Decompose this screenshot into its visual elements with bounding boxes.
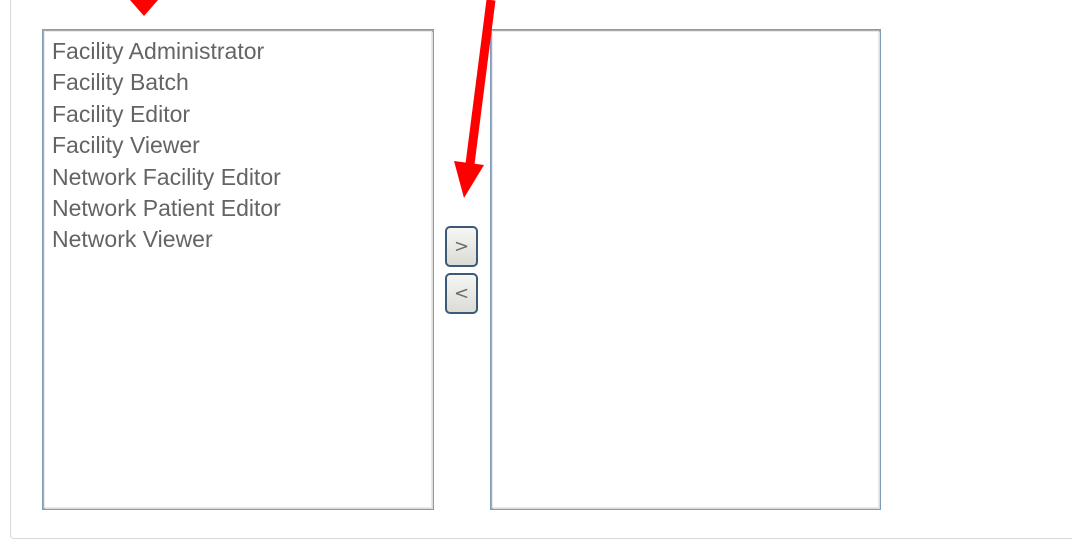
list-item[interactable]: Network Viewer: [52, 224, 425, 255]
list-item[interactable]: Facility Viewer: [52, 130, 425, 161]
list-item[interactable]: Facility Administrator: [52, 36, 425, 67]
list-item[interactable]: Network Facility Editor: [52, 162, 425, 193]
list-item[interactable]: Network Patient Editor: [52, 193, 425, 224]
add-role-button[interactable]: >: [445, 226, 478, 267]
available-roles-listbox[interactable]: Facility Administrator Facility Batch Fa…: [42, 29, 434, 510]
selected-roles-listbox[interactable]: [490, 29, 881, 510]
remove-role-button[interactable]: <: [445, 273, 478, 314]
list-item[interactable]: Facility Batch: [52, 67, 425, 98]
list-item[interactable]: Facility Editor: [52, 99, 425, 130]
